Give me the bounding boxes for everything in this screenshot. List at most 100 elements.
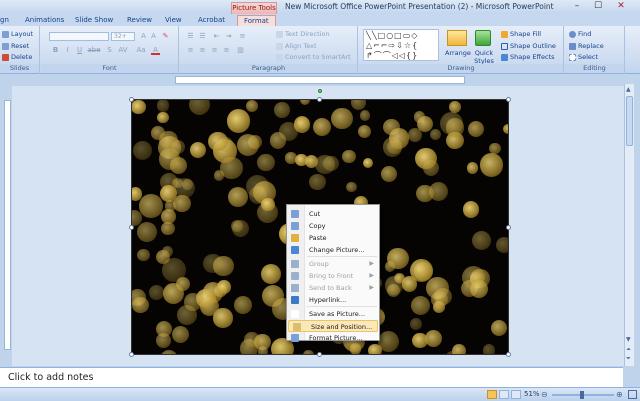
line-spacing-icon[interactable]: ≡ [238, 32, 247, 41]
menu-item-change-picture[interactable]: Change Picture... [287, 244, 379, 256]
close-button[interactable]: ✕ [614, 1, 628, 12]
bokeh-dot [176, 304, 198, 325]
paragraph-group: ☰ ☰ ⇤ ⇥ ≡ ≡ ≡ ≡ ≡ ▥ Text Direction Align… [180, 26, 358, 74]
font-name-combo[interactable] [49, 32, 109, 41]
shapes-gallery[interactable]: ╲╲□○□▭◇ △⌐⌐⇨⇩☆{↱⌒⌒◁◁{} [363, 29, 439, 61]
drawing-group: ╲╲□○□▭◇ △⌐⌐⇨⇩☆{↱⌒⌒◁◁{} Arrange Quick Styl… [359, 26, 564, 74]
tab-slide-show[interactable]: Slide Show [75, 15, 113, 26]
underline-button[interactable]: U [75, 46, 84, 55]
bold-button[interactable]: B [51, 46, 60, 55]
increase-indent-icon[interactable]: ⇥ [224, 32, 233, 41]
fit-slide-icon[interactable] [628, 390, 637, 399]
char-spacing-button[interactable]: AV [117, 46, 129, 55]
font-size-combo[interactable]: 32+ [111, 32, 135, 41]
scroll-up-icon[interactable]: ▲ [626, 86, 633, 94]
arrange-button[interactable]: Arrange [445, 49, 471, 57]
decrease-indent-icon[interactable]: ⇤ [212, 32, 221, 41]
delete-button[interactable]: Delete [2, 53, 32, 61]
bokeh-dot [412, 332, 428, 348]
resize-handle-top[interactable] [317, 97, 322, 102]
bokeh-dot [401, 276, 418, 292]
tab-acrobat[interactable]: Acrobat [198, 15, 225, 26]
zoom-level[interactable]: 51% [524, 390, 540, 398]
notes-pane[interactable]: Click to add notes [0, 367, 623, 387]
prev-slide-icon[interactable]: ⏶ [626, 346, 633, 354]
change-case-button[interactable]: Aa [135, 46, 147, 55]
tab-format[interactable]: Format [237, 15, 276, 26]
grow-font-icon[interactable]: A [139, 32, 148, 41]
tab-view[interactable]: View [165, 15, 182, 26]
resize-handle-right[interactable] [506, 225, 511, 230]
menu-item-copy[interactable]: Copy [287, 220, 379, 232]
slideshow-view-icon[interactable] [511, 390, 521, 399]
menu-item-cut[interactable]: Cut [287, 208, 379, 220]
menu-item-paste[interactable]: Paste [287, 232, 379, 244]
resize-handle-left[interactable] [129, 225, 134, 230]
bokeh-dot [293, 116, 310, 133]
select-button[interactable]: Select [569, 53, 598, 61]
normal-view-icon[interactable] [487, 390, 497, 399]
shadow-button[interactable]: S [105, 46, 114, 55]
font-color-button[interactable]: A [151, 46, 160, 55]
vertical-ruler[interactable] [4, 100, 11, 350]
menu-item-bring-to-front[interactable]: Bring to Front ▶ [287, 270, 379, 282]
find-button[interactable]: Find [569, 30, 591, 38]
bokeh-dot [331, 107, 353, 129]
resize-handle-bottom-left[interactable] [129, 352, 134, 357]
menu-item-hyperlink[interactable]: Hyperlink... [287, 294, 379, 306]
align-center-icon[interactable]: ≡ [198, 46, 207, 55]
tab-design[interactable]: gn [0, 15, 9, 26]
align-left-icon[interactable]: ≡ [186, 46, 195, 55]
next-slide-icon[interactable]: ⏷ [626, 355, 633, 363]
bokeh-dot [362, 157, 373, 169]
bokeh-dot [323, 155, 339, 171]
columns-icon[interactable]: ▥ [236, 46, 245, 55]
tab-review[interactable]: Review [127, 15, 152, 26]
drawing-group-label: Drawing [359, 64, 563, 73]
quick-styles-button[interactable]: Quick Styles [472, 49, 496, 65]
menu-item-send-to-back[interactable]: Send to Back ▶ [287, 282, 379, 294]
reset-button[interactable]: Reset [2, 42, 29, 50]
zoom-slider-thumb[interactable] [580, 391, 584, 399]
vertical-scrollbar[interactable]: ▲ ▼ ⏶ ⏷ [624, 84, 634, 366]
numbering-icon[interactable]: ☰ [198, 32, 207, 41]
maximize-button[interactable]: ☐ [591, 1, 605, 12]
resize-handle-top-right[interactable] [506, 97, 511, 102]
resize-handle-bottom[interactable] [317, 352, 322, 357]
rotation-handle[interactable] [318, 89, 322, 93]
scroll-down-icon[interactable]: ▼ [626, 336, 633, 344]
menu-item-size-and-position[interactable]: Size and Position... [288, 320, 378, 332]
italic-button[interactable]: I [63, 46, 72, 55]
menu-item-format-picture[interactable]: Format Picture... [287, 332, 379, 344]
bokeh-dot [208, 131, 228, 151]
resize-handle-top-left[interactable] [129, 97, 134, 102]
zoom-in-icon[interactable]: ⊕ [616, 390, 623, 399]
shape-effects-button[interactable]: Shape Effects [501, 53, 555, 61]
resize-handle-bottom-right[interactable] [506, 352, 511, 357]
align-text-button[interactable]: Align Text [276, 42, 317, 50]
menu-item-save-as-picture[interactable]: Save as Picture... [287, 308, 379, 320]
align-right-icon[interactable]: ≡ [210, 46, 219, 55]
bullets-icon[interactable]: ☰ [186, 32, 195, 41]
menu-item-group[interactable]: Group ▶ [287, 258, 379, 270]
minimize-button[interactable]: – [570, 1, 584, 12]
tab-animations[interactable]: Animations [25, 15, 64, 26]
copy-icon [291, 222, 299, 230]
scroll-thumb[interactable] [626, 96, 633, 146]
shrink-font-icon[interactable]: A [149, 32, 158, 41]
clear-format-icon[interactable]: ✎ [161, 32, 170, 41]
horizontal-ruler[interactable] [175, 76, 465, 84]
bokeh-dot [171, 325, 190, 344]
replace-button[interactable]: Replace [569, 42, 604, 50]
shape-outline-button[interactable]: Shape Outline [501, 42, 556, 50]
slide-sorter-icon[interactable] [499, 390, 509, 399]
convert-smartart-button[interactable]: Convert to SmartArt [276, 53, 351, 61]
shape-fill-button[interactable]: Shape Fill [501, 30, 541, 38]
zoom-out-icon[interactable]: ⊖ [541, 390, 548, 399]
justify-icon[interactable]: ≡ [222, 46, 231, 55]
bokeh-dot [162, 258, 187, 283]
text-direction-button[interactable]: Text Direction [276, 30, 330, 38]
strikethrough-button[interactable]: abe [87, 46, 101, 55]
layout-button[interactable]: Layout [2, 30, 33, 38]
menu-item-label: Save as Picture... [309, 310, 366, 318]
